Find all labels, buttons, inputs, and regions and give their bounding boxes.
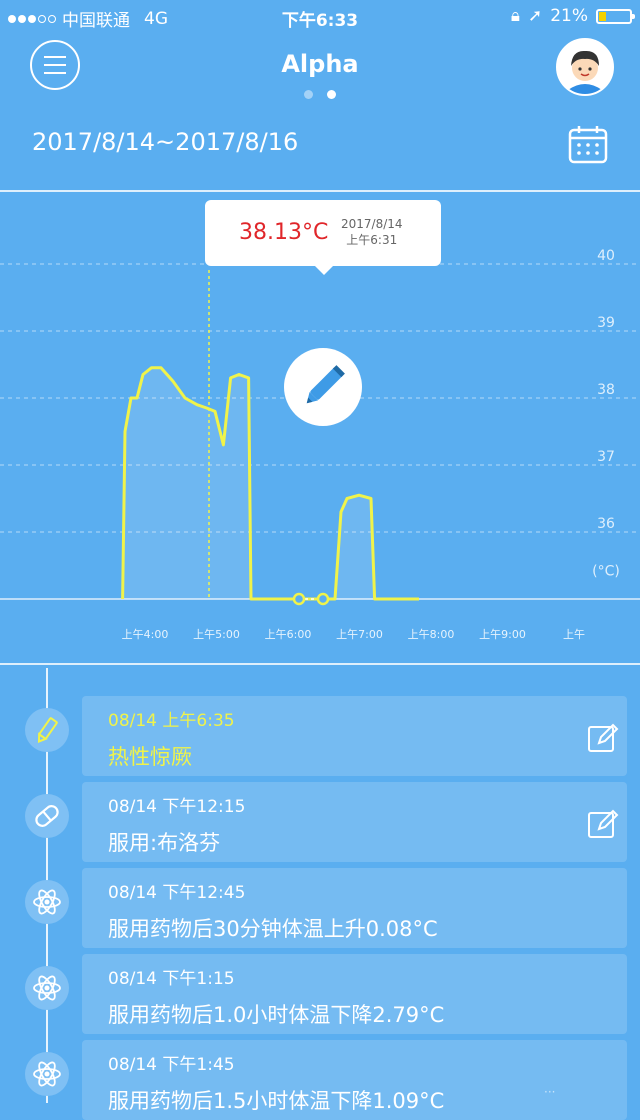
page-dot-active[interactable] (327, 90, 336, 99)
event-text: 热性惊厥 (108, 745, 192, 769)
edit-icon[interactable] (587, 722, 619, 754)
event-text: 服用:布洛芬 (108, 831, 221, 855)
x-tick-label: 上午4:00 (122, 628, 169, 641)
y-tick-label: 39 (597, 315, 615, 331)
date-range[interactable]: 2017/8/14~2017/8/16 (32, 128, 298, 156)
gap-marker (292, 592, 306, 606)
orientation-lock-icon: 🔒︎ (510, 6, 520, 26)
status-bar: 中国联通 4G 下午6:33 🔒︎ ➚ 21% (0, 0, 640, 32)
battery-icon (596, 8, 635, 24)
y-tick-label: 38 (597, 382, 615, 398)
app-header: Alpha (0, 32, 640, 112)
add-event-button[interactable] (284, 348, 362, 426)
timeline-card[interactable]: 08/14 上午6:35 热性惊厥 (82, 696, 627, 776)
y-tick-label: 36 (597, 516, 615, 532)
event-text: 服用药物后1.5小时体温下降1.09°C (108, 1089, 445, 1113)
atom-icon (25, 966, 69, 1010)
pill-icon (25, 794, 69, 838)
timeline-card[interactable]: 08/14 下午12:15 服用:布洛芬 (82, 782, 627, 862)
y-unit-label: (°C) (592, 564, 620, 580)
tooltip-date: 2017/8/14 (341, 217, 403, 231)
pencil-icon (25, 708, 69, 752)
timeline-card[interactable]: 08/14 下午12:45 服用药物后30分钟体温上升0.08°C (82, 868, 627, 948)
x-tick-label: 上午6:00 (265, 628, 312, 641)
status-right: 🔒︎ ➚ 21% (510, 6, 635, 26)
child-avatar-icon (558, 40, 612, 94)
event-time: 08/14 上午6:35 (108, 711, 235, 731)
pencil-icon (306, 365, 345, 404)
gap-marker (316, 592, 330, 606)
x-tick-label: 上午7:00 (336, 628, 383, 641)
x-tick-label: 上午 (563, 628, 585, 641)
event-time: 08/14 下午1:45 (108, 1055, 235, 1075)
event-time: 08/14 下午12:15 (108, 797, 246, 817)
timeline-card[interactable]: 08/14 下午1:15 服用药物后1.0小时体温下降2.79°C (82, 954, 627, 1034)
watermark: ··· (544, 1085, 556, 1099)
y-tick-label: 37 (597, 449, 615, 465)
battery-percent: 21% (550, 6, 588, 26)
y-tick-label: 40 (597, 248, 615, 264)
x-tick-label: 上午5:00 (193, 628, 240, 641)
avatar[interactable] (556, 38, 614, 96)
event-text: 服用药物后30分钟体温上升0.08°C (108, 917, 438, 941)
edit-icon[interactable] (587, 808, 619, 840)
x-tick-label: 上午8:00 (408, 628, 455, 641)
timeline-card[interactable]: 08/14 下午1:45 服用药物后1.5小时体温下降1.09°C (82, 1040, 627, 1120)
tooltip-temperature: 38.13°C (239, 220, 329, 245)
tooltip-time: 上午6:31 (346, 233, 398, 247)
event-text: 服用药物后1.0小时体温下降2.79°C (108, 1003, 445, 1027)
x-tick-label: 上午9:00 (479, 628, 526, 641)
event-time: 08/14 下午12:45 (108, 883, 246, 903)
atom-icon (25, 1052, 69, 1096)
page-dot[interactable] (304, 90, 313, 99)
location-icon: ➚ (527, 6, 543, 26)
tooltip-datetime: 2017/8/14 上午6:31 (341, 216, 403, 248)
page-title: Alpha (281, 50, 359, 78)
event-time: 08/14 下午1:15 (108, 969, 235, 989)
chart-tooltip: 38.13°C 2017/8/14 上午6:31 (205, 200, 441, 275)
atom-icon (25, 880, 69, 924)
page-indicator[interactable] (0, 84, 640, 103)
calendar-icon[interactable] (568, 124, 608, 164)
